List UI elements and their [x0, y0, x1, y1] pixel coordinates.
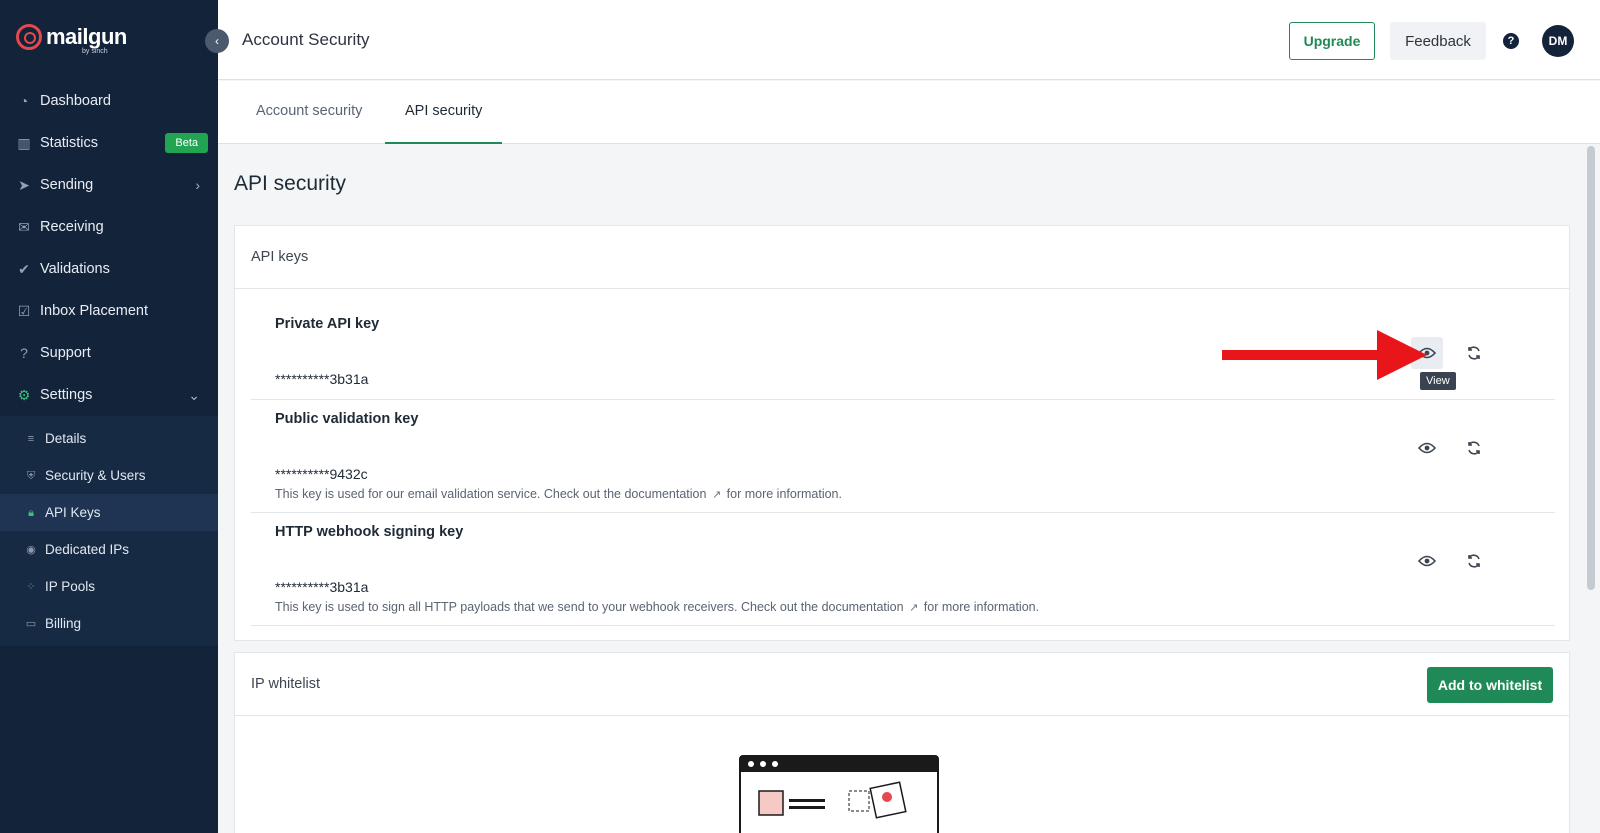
ip-whitelist-title: IP whitelist — [235, 653, 1569, 716]
tab-account-security[interactable]: Account security — [236, 81, 382, 144]
refresh-icon — [1468, 441, 1480, 455]
sidebar-item-billing[interactable]: ▭ Billing — [0, 605, 218, 642]
upgrade-button[interactable]: Upgrade — [1289, 22, 1375, 60]
external-link-icon[interactable]: ↗ — [909, 601, 918, 614]
sidebar-item-label: Inbox Placement — [40, 303, 149, 319]
sidebar-subitem-label: Dedicated IPs — [45, 542, 130, 557]
sidebar-item-api-keys[interactable]: 🔒︎ API Keys — [0, 494, 218, 531]
page-title: Account Security — [242, 30, 370, 49]
add-to-whitelist-button[interactable]: Add to whitelist — [1427, 667, 1553, 703]
key-description-text: This key is used for our email validatio… — [275, 487, 707, 501]
sidebar-item-dashboard[interactable]: ◔ Dashboard — [0, 80, 218, 122]
sidebar-item-label: Settings — [40, 387, 93, 403]
card-icon: ▭ — [25, 617, 37, 630]
key-description: This key is used to sign all HTTP payloa… — [275, 600, 1039, 614]
key-value: **********3b31a — [275, 371, 369, 387]
eye-icon — [1418, 442, 1436, 454]
key-description-text: for more information. — [923, 600, 1040, 614]
sidebar-item-support[interactable]: ? Support — [0, 332, 218, 374]
sidebar-item-label: Receiving — [40, 219, 104, 235]
pool-icon: ⁘ — [26, 580, 36, 593]
brand-sub: by sinch — [82, 48, 108, 55]
help-icon[interactable]: ? — [1503, 33, 1519, 49]
chevron-right-icon: › — [195, 177, 200, 193]
sidebar-subitem-label: Billing — [45, 616, 82, 631]
key-title: Private API key — [275, 316, 380, 332]
question-icon: ? — [20, 345, 28, 361]
sidebar-collapse-button[interactable]: ‹ — [205, 29, 229, 53]
sidebar-item-ip-pools[interactable]: ⁘ IP Pools — [0, 568, 218, 605]
user-check-icon: ✔ — [18, 261, 30, 277]
key-title: HTTP webhook signing key — [275, 524, 464, 540]
sidebar-item-validations[interactable]: ✔ Validations — [0, 248, 218, 290]
vertical-scrollbar[interactable] — [1582, 144, 1600, 833]
key-value: **********3b31a — [275, 579, 369, 595]
ip-whitelist-card: IP whitelist Add to whitelist — [234, 652, 1570, 833]
sidebar-item-label: Sending — [40, 177, 94, 193]
sidebar-item-dedicated-ips[interactable]: ◉ Dedicated IPs — [0, 531, 218, 568]
checkbox-icon: ☑ — [17, 303, 31, 319]
key-description-text: This key is used to sign all HTTP payloa… — [275, 600, 904, 614]
eye-icon — [1418, 555, 1436, 567]
sidebar-item-label: Validations — [40, 261, 110, 277]
sidebar-item-label: Dashboard — [40, 93, 111, 109]
chevron-down-icon: ⌄ — [188, 387, 200, 403]
sidebar: mailgun by sinch ◔ Dashboard ▥ Statistic… — [0, 0, 218, 833]
sidebar-subitem-label: Security & Users — [45, 468, 146, 483]
sidebar-item-statistics[interactable]: ▥ Statistics Beta — [0, 122, 218, 164]
sidebar-item-inbox-placement[interactable]: ☑ Inbox Placement — [0, 290, 218, 332]
main-content: API security API keys Private API key **… — [218, 144, 1582, 833]
sidebar-item-label: Support — [40, 345, 91, 361]
regenerate-key-button[interactable] — [1458, 545, 1490, 577]
brand-name: mailgun — [46, 24, 127, 49]
sidebar-item-label: Statistics — [40, 135, 99, 151]
scrollbar-thumb[interactable] — [1587, 146, 1595, 590]
paper-plane-icon: ➤ — [18, 177, 30, 193]
key-value: **********9432c — [275, 466, 368, 482]
key-description: This key is used for our email validatio… — [275, 487, 842, 501]
inbox-icon: ✉ — [18, 219, 30, 235]
key-row-webhook-signing: HTTP webhook signing key **********3b31a… — [251, 513, 1555, 626]
sidebar-subitem-label: IP Pools — [45, 579, 96, 594]
sidebar-nav: ◔ Dashboard ▥ Statistics Beta ➤ Sending … — [0, 80, 218, 646]
external-link-icon[interactable]: ↗ — [712, 488, 721, 501]
tab-api-security[interactable]: API security — [385, 81, 503, 144]
mailgun-logo-icon — [16, 24, 42, 50]
beta-badge: Beta — [165, 133, 208, 153]
view-key-button[interactable] — [1411, 545, 1443, 577]
mailgun-logo[interactable]: mailgun — [16, 24, 127, 50]
chart-bars-icon: ▥ — [17, 135, 31, 151]
regenerate-key-button[interactable] — [1458, 337, 1490, 369]
top-header: Account Security Upgrade Feedback ? DM — [218, 0, 1600, 80]
api-keys-title: API keys — [235, 226, 1569, 289]
settings-subnav: ≡ Details ⛨ Security & Users 🔒︎ API Keys… — [0, 416, 218, 646]
sidebar-item-details[interactable]: ≡ Details — [0, 420, 218, 457]
security-tabs: Account security API security — [218, 81, 1600, 144]
regenerate-key-button[interactable] — [1458, 432, 1490, 464]
key-title: Public validation key — [275, 411, 419, 427]
key-row-public-validation: Public validation key **********9432c Th… — [251, 400, 1555, 513]
avatar[interactable]: DM — [1542, 25, 1574, 57]
dashboard-icon: ◔ — [19, 93, 29, 109]
sidebar-item-receiving[interactable]: ✉ Receiving — [0, 206, 218, 248]
annotation-arrow — [1222, 330, 1427, 380]
refresh-icon — [1468, 346, 1480, 360]
lock-icon: 🔒︎ — [28, 506, 34, 519]
sidebar-subitem-label: Details — [45, 431, 87, 446]
api-keys-card: API keys Private API key **********3b31a… — [234, 225, 1570, 641]
gear-icon: ⚙ — [17, 387, 31, 403]
refresh-icon — [1468, 554, 1480, 568]
sliders-icon: ≡ — [27, 432, 35, 445]
sidebar-item-security-users[interactable]: ⛨ Security & Users — [0, 457, 218, 494]
location-icon: ◉ — [26, 543, 36, 556]
empty-state-illustration — [739, 755, 939, 833]
key-description-text: for more information. — [726, 487, 842, 501]
sidebar-item-sending[interactable]: ➤ Sending › — [0, 164, 218, 206]
feedback-button[interactable]: Feedback — [1390, 22, 1486, 60]
sidebar-subitem-label: API Keys — [45, 505, 101, 520]
view-key-button[interactable] — [1411, 432, 1443, 464]
sidebar-item-settings[interactable]: ⚙ Settings ⌄ — [0, 374, 218, 416]
shield-icon: ⛨ — [26, 469, 36, 482]
section-heading: API security — [234, 172, 347, 195]
